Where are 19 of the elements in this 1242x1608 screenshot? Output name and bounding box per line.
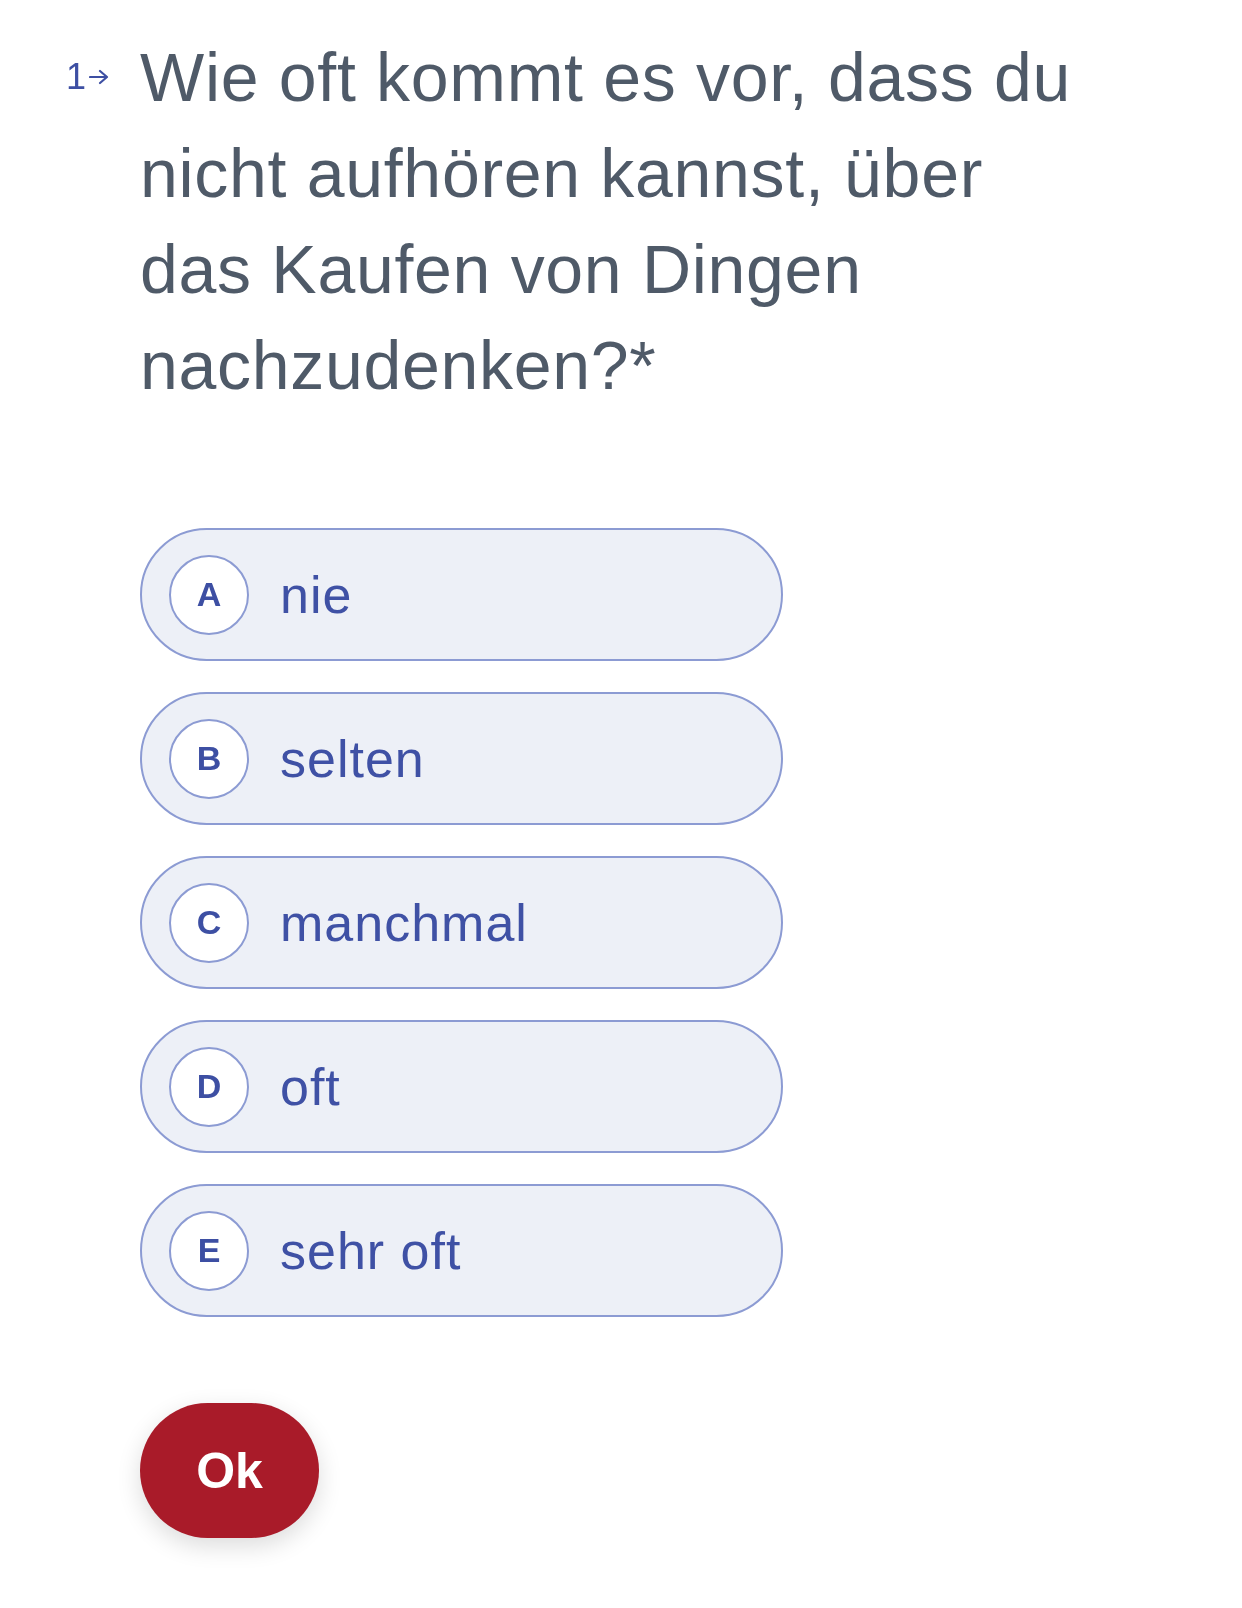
option-key-badge: A bbox=[169, 554, 249, 635]
option-key-badge: D bbox=[169, 1046, 249, 1127]
option-key-badge: E bbox=[169, 1210, 249, 1291]
option-label: nie bbox=[280, 564, 353, 625]
option-label: sehr oft bbox=[280, 1220, 462, 1281]
arrow-right-icon bbox=[89, 69, 110, 85]
option-label: selten bbox=[280, 728, 425, 789]
option-label: manchmal bbox=[280, 892, 528, 953]
answer-option[interactable]: D oft bbox=[140, 1020, 783, 1153]
answer-option[interactable]: E sehr oft bbox=[140, 1184, 783, 1317]
question-number: 1 bbox=[66, 59, 87, 95]
option-key-badge: B bbox=[169, 718, 249, 799]
question-text: Wie oft kommt es vor, dass du nicht aufhören kannst, über das Kaufen von Dingen nachzudenken?* bbox=[140, 38, 1073, 405]
answer-option[interactable]: B selten bbox=[140, 692, 783, 825]
option-key-badge: C bbox=[169, 882, 249, 963]
answer-option[interactable]: A nie bbox=[140, 528, 783, 661]
option-label: oft bbox=[280, 1056, 341, 1117]
answer-option[interactable]: C manchmal bbox=[140, 856, 783, 989]
ok-button[interactable]: Ok bbox=[140, 1403, 319, 1538]
